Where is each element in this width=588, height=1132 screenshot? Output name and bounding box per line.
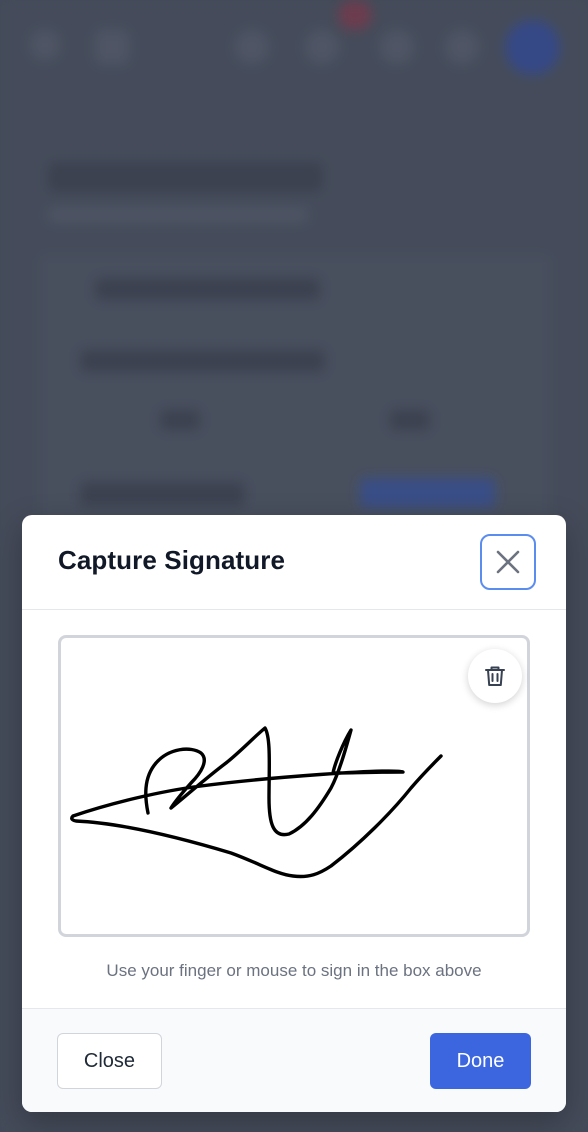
clear-signature-button[interactable] <box>468 649 522 703</box>
close-button[interactable]: Close <box>57 1033 162 1089</box>
done-button[interactable]: Done <box>430 1033 531 1089</box>
signature-helper-text: Use your finger or mouse to sign in the … <box>106 961 482 980</box>
trash-icon <box>485 666 505 686</box>
signature-stroke <box>70 726 443 879</box>
modal-header: Capture Signature <box>22 515 566 610</box>
modal-footer: Close Done <box>22 1008 566 1112</box>
close-icon <box>496 550 520 574</box>
close-modal-button[interactable] <box>480 534 536 590</box>
signature-pad[interactable] <box>58 635 530 937</box>
modal-title: Capture Signature <box>58 545 286 575</box>
signature-modal: Capture Signature Use your finger or mou… <box>22 515 566 1112</box>
